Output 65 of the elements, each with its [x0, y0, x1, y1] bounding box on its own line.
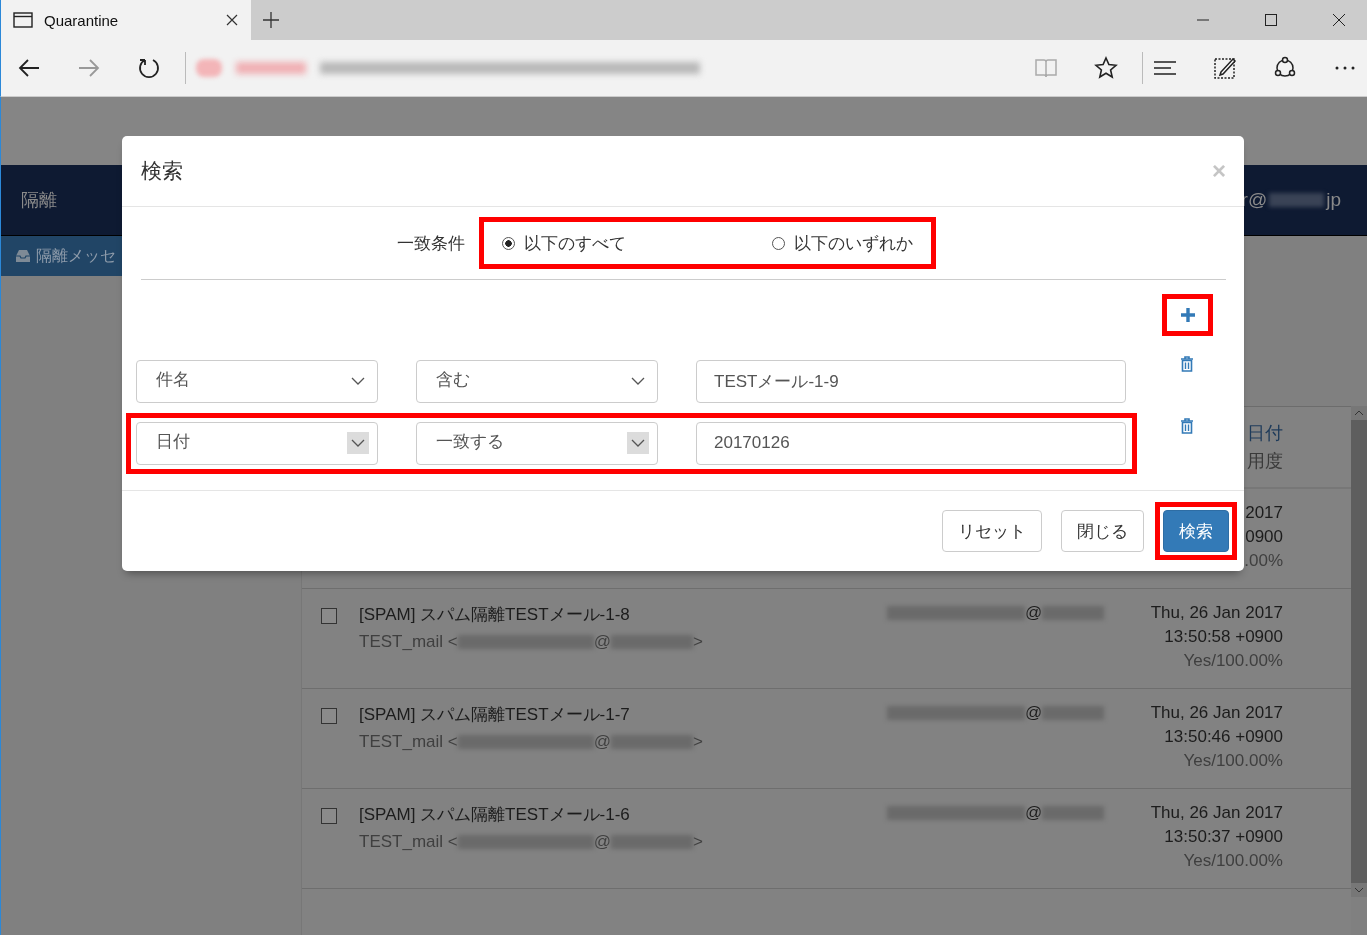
chevron-icon[interactable] [347, 432, 369, 454]
score-text: Yes/100.00% [1183, 651, 1283, 671]
row-checkbox[interactable] [321, 708, 337, 724]
operator-select[interactable]: 含む [416, 359, 658, 403]
time-text: 0900 [1245, 527, 1283, 547]
value-field[interactable]: TESTメール-1-9 [696, 359, 1126, 403]
share-icon[interactable] [1273, 56, 1297, 80]
time-text: 13:50:46 +0900 [1164, 727, 1283, 747]
subject-text[interactable]: [SPAM] スパム隔離TESTメール-1-7 [359, 703, 887, 726]
date-text: 2017 [1245, 503, 1283, 523]
nav-title[interactable]: 隔離 [21, 188, 57, 212]
close-icon[interactable] [1333, 14, 1345, 26]
maximize-icon[interactable] [1265, 14, 1277, 26]
row-checkbox[interactable] [321, 808, 337, 824]
time-text: 13:50:58 +0900 [1164, 627, 1283, 647]
dialog-button[interactable]: 検索 [1163, 510, 1229, 552]
value-field[interactable]: 20170126 [696, 421, 1126, 465]
field-select[interactable]: 日付 [136, 421, 378, 465]
sender-text: > [693, 732, 703, 752]
sender-text: TEST_mail < [359, 632, 458, 652]
operator-select[interactable]: 一致する [416, 421, 658, 465]
radio-option[interactable]: 以下のいずれか [772, 231, 913, 255]
radio-option[interactable]: 以下のすべて [502, 231, 772, 255]
time-text: 13:50:37 +0900 [1164, 827, 1283, 847]
dialog-button[interactable]: 閉じる [1061, 510, 1144, 552]
sender-text: TEST_mail < [359, 732, 458, 752]
score-text: Yes/100.00% [1183, 851, 1283, 871]
subject-text[interactable]: [SPAM] スパム隔離TESTメール-1-8 [359, 603, 887, 626]
recipient-text: @ [1025, 803, 1043, 823]
new-tab-icon[interactable] [263, 12, 279, 28]
sender-text: TEST_mail < [359, 832, 458, 852]
column-header: 用度 [1247, 450, 1283, 473]
trash-icon[interactable] [1180, 356, 1194, 372]
refresh-icon[interactable] [137, 56, 161, 80]
plus-icon[interactable] [1179, 307, 1196, 323]
date-text: Thu, 26 Jan 2017 [1150, 803, 1283, 823]
trash-icon[interactable] [1180, 418, 1194, 434]
sender-text: > [693, 832, 703, 852]
score-text: .00% [1244, 551, 1283, 571]
match-label: 一致条件 [396, 232, 466, 255]
sender-text: @ [593, 732, 611, 752]
user-text: jp [1326, 189, 1341, 211]
date-text: Thu, 26 Jan 2017 [1150, 603, 1283, 623]
sender-text: @ [593, 632, 611, 652]
sender-text: @ [593, 832, 611, 852]
blurred-text [1269, 193, 1325, 207]
field-select[interactable]: 件名 [136, 359, 378, 403]
close-tab-icon[interactable] [226, 14, 238, 26]
score-text: Yes/100.00% [1183, 751, 1283, 771]
note-pen-icon[interactable] [1213, 56, 1237, 80]
dialog-title: 検索 [141, 158, 183, 184]
scroll-down-icon[interactable] [1354, 887, 1364, 893]
scrollbar[interactable] [1351, 406, 1367, 897]
date-text: Thu, 26 Jan 2017 [1150, 703, 1283, 723]
scroll-up-icon[interactable] [1354, 410, 1364, 416]
row-checkbox[interactable] [321, 608, 337, 624]
sender-text: > [693, 632, 703, 652]
inbox-icon [15, 249, 31, 263]
dialog-button[interactable]: リセット [942, 510, 1042, 552]
star-icon[interactable] [1094, 56, 1118, 80]
subject-text[interactable]: [SPAM] スパム隔離TESTメール-1-6 [359, 803, 887, 826]
recipient-text: @ [1025, 703, 1043, 723]
tab-page-icon [13, 12, 33, 28]
chevron-icon[interactable] [627, 432, 649, 454]
recipient-text: @ [1025, 603, 1043, 623]
